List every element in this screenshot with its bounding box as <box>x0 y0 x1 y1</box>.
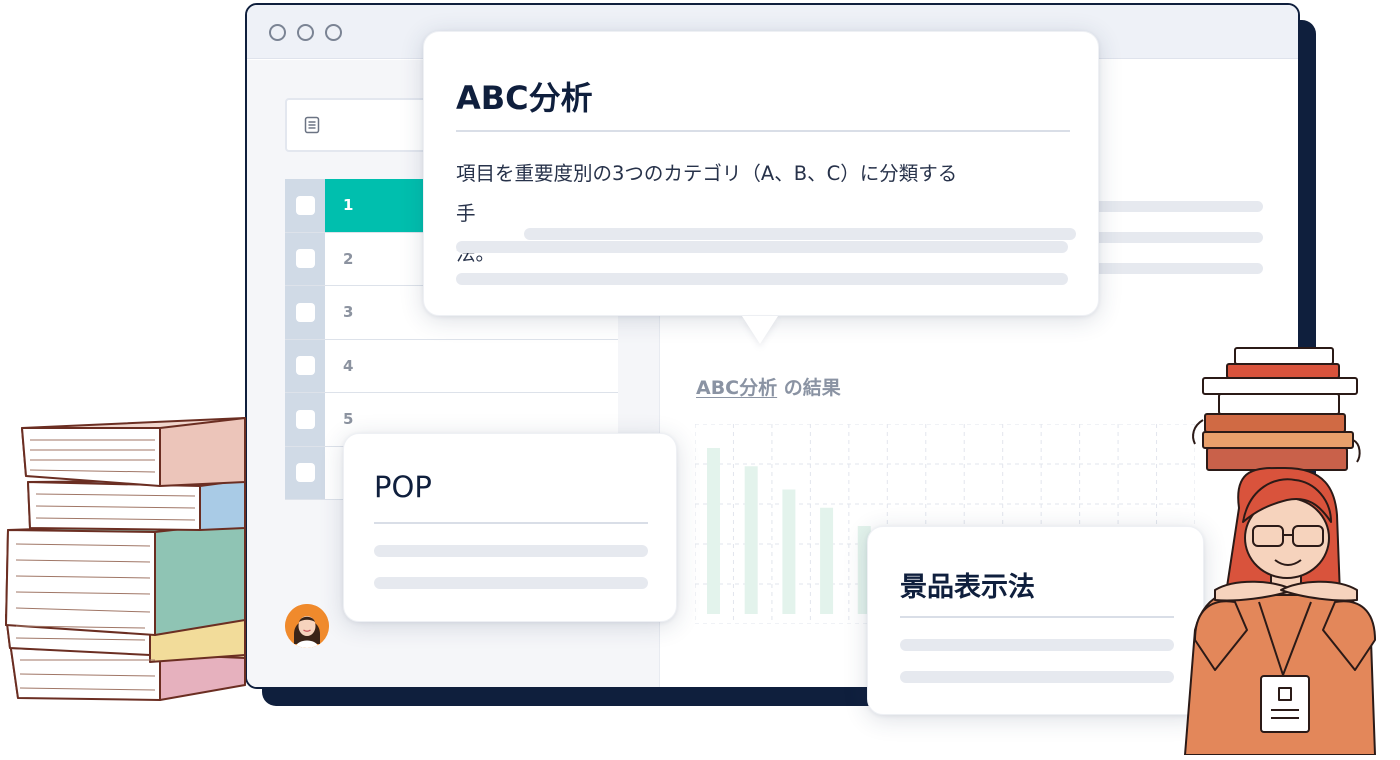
card-pointer <box>742 316 778 344</box>
list-item[interactable]: 4 <box>285 339 618 393</box>
row-number: 5 <box>343 410 354 429</box>
placeholder-line <box>524 228 1076 240</box>
divider <box>374 522 648 524</box>
card-title: POP <box>374 470 432 504</box>
placeholder-line <box>456 273 1068 285</box>
card-title: ABC分析 <box>456 79 593 117</box>
row-checkbox[interactable] <box>295 409 315 429</box>
chart-bar <box>744 466 758 614</box>
placeholder-line <box>374 577 648 589</box>
divider <box>456 130 1070 132</box>
description-line: 項目を重要度別の3つのカテゴリ（A、B、C）に分類する <box>456 162 958 185</box>
row-checkbox[interactable] <box>295 463 315 483</box>
row-number: 1 <box>343 196 354 215</box>
card-title: 景品表示法 <box>900 572 1035 603</box>
pop-card: POP <box>343 433 677 622</box>
result-heading: ABC分析 の結果 <box>696 373 841 400</box>
row-number: 2 <box>343 249 354 268</box>
placeholder-line <box>1090 263 1263 274</box>
row-checkbox[interactable] <box>295 356 315 376</box>
chart-bar <box>820 507 834 614</box>
placeholder-line <box>374 545 648 557</box>
placeholder-line <box>900 639 1174 651</box>
book-stack-illustration <box>5 417 246 701</box>
placeholder-line <box>900 671 1174 683</box>
description-line: 手法。 <box>456 202 496 265</box>
placeholder-line <box>456 241 1068 253</box>
abc-definition-card: ABC分析 項目を重要度別の3つのカテゴリ（A、B、C）に分類する 手法。 <box>423 31 1099 344</box>
row-number: 3 <box>343 303 354 322</box>
chart-bar <box>707 448 720 614</box>
woman-with-books-illustration <box>1184 347 1376 755</box>
document-list-icon <box>303 116 321 138</box>
placeholder-line <box>1090 232 1263 243</box>
result-link[interactable]: ABC分析 <box>696 377 777 399</box>
card-description: 項目を重要度別の3つのカテゴリ（A、B、C）に分類する 手法。 <box>456 154 1076 274</box>
row-number: 4 <box>343 356 354 375</box>
placeholder-line <box>1090 201 1263 212</box>
keihin-card: 景品表示法 <box>867 526 1204 715</box>
chart-bar <box>782 489 796 614</box>
row-checkbox[interactable] <box>295 249 315 269</box>
window-minimize-button[interactable] <box>297 24 314 41</box>
divider <box>900 616 1174 618</box>
result-suffix: の結果 <box>783 377 841 399</box>
row-checkbox[interactable] <box>295 302 315 322</box>
window-close-button[interactable] <box>269 24 286 41</box>
avatar[interactable] <box>285 604 329 648</box>
row-checkbox[interactable] <box>295 195 315 215</box>
window-maximize-button[interactable] <box>325 24 342 41</box>
